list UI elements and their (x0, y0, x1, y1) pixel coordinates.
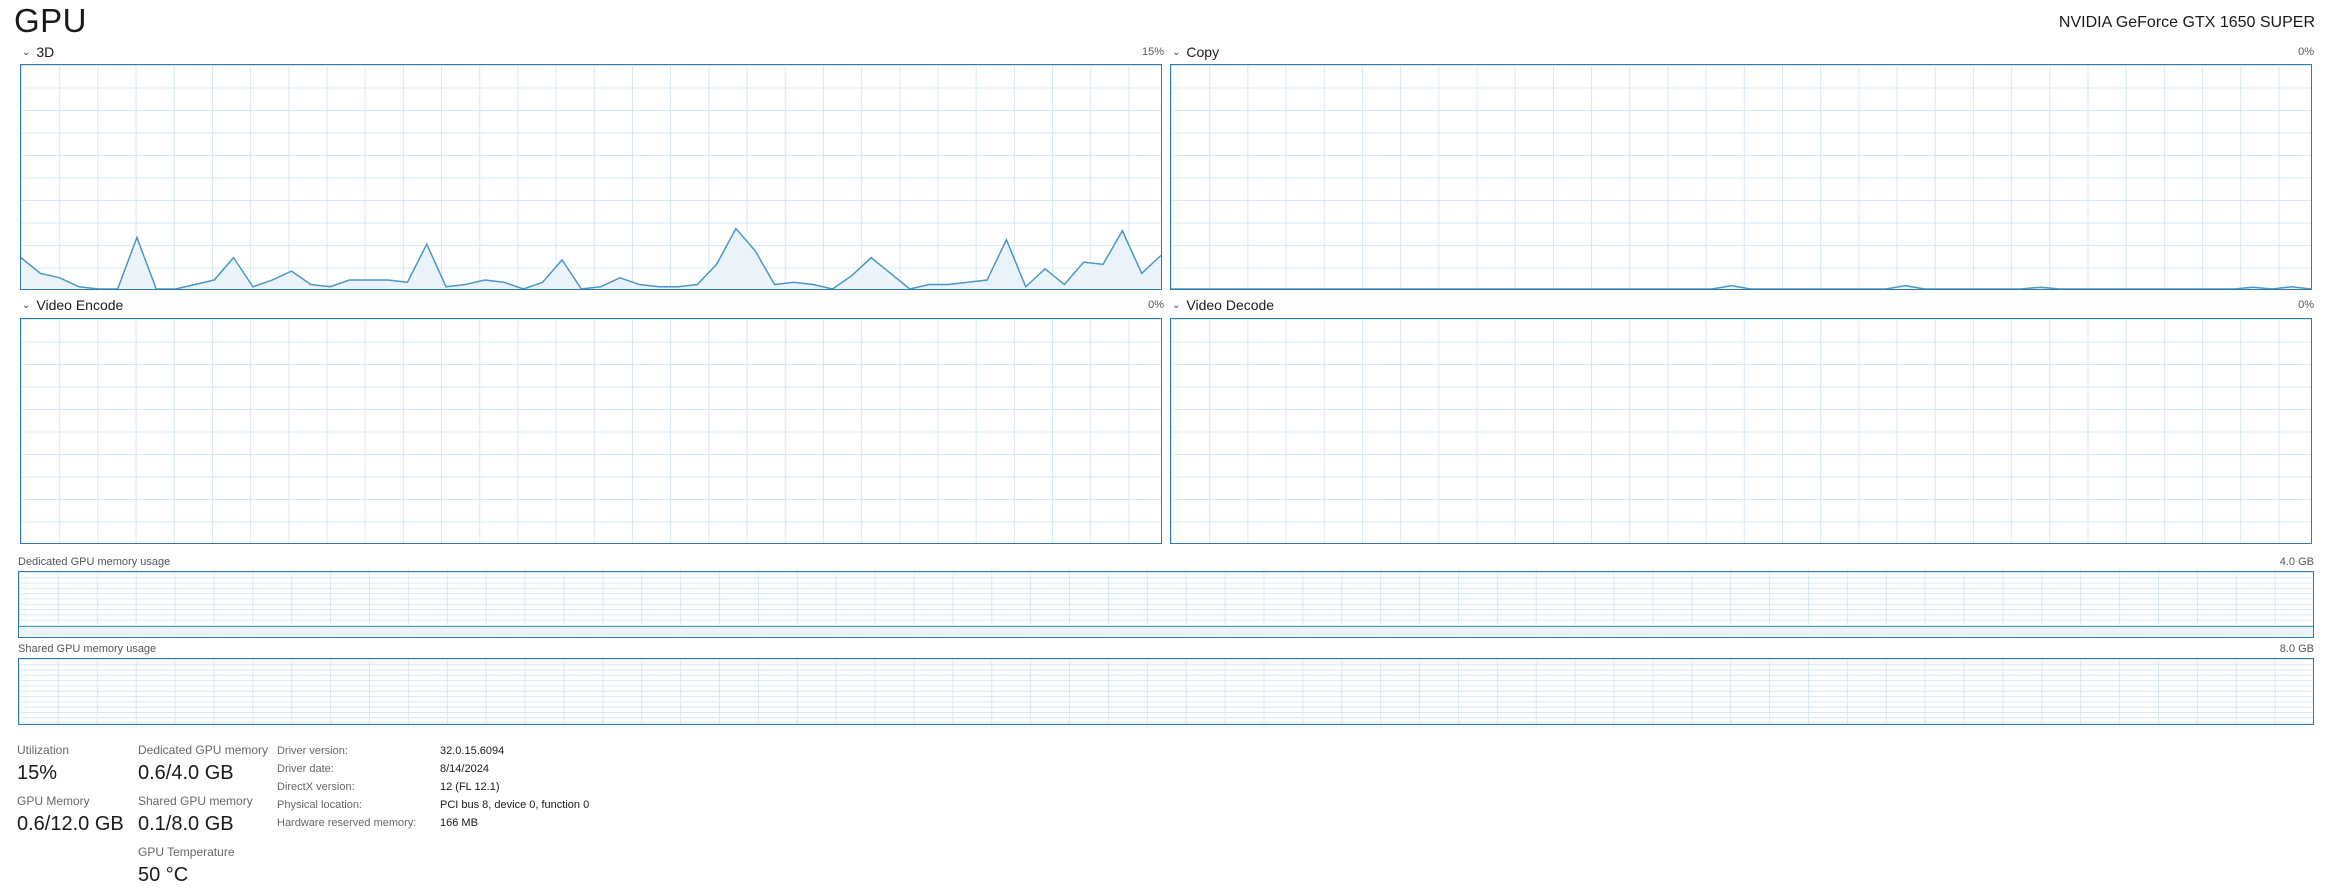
graph-video-decode (1170, 318, 2312, 544)
dedicated-memory-label: Dedicated GPU memory usage (18, 556, 171, 568)
graph-copy-label: Copy (1186, 44, 1220, 60)
dedicated-gpu-memory-value: 0.6/4.0 GB (138, 762, 234, 784)
gpu-temperature-value: 50 °C (138, 864, 189, 886)
graph-video-encode-label: Video Encode (36, 297, 124, 313)
utilization-value: 15% (17, 762, 58, 784)
shared-memory-graph (18, 658, 2314, 725)
gpu-memory-value: 0.6/12.0 GB (17, 813, 124, 835)
shared-memory-max: 8.0 GB (2279, 643, 2314, 655)
driver-version-label: Driver version: (277, 745, 348, 757)
shared-gpu-memory-value: 0.1/8.0 GB (138, 813, 234, 835)
dedicated-memory-graph (18, 571, 2314, 638)
dedicated-memory-max: 4.0 GB (2279, 556, 2314, 568)
graph-copy (1170, 64, 2312, 290)
graph-video-encode-max: 0% (1148, 299, 1164, 311)
hardware-reserved-memory-label: Hardware reserved memory: (277, 817, 417, 829)
graph-3d-max: 15% (1141, 46, 1164, 58)
graph-3d (20, 64, 1162, 290)
chevron-down-icon: ⌄ (1172, 299, 1181, 311)
gpu-temperature-label: GPU Temperature (138, 845, 235, 859)
utilization-area (21, 228, 1161, 289)
driver-date-label: Driver date: (277, 763, 334, 775)
driver-date-value: 8/14/2024 (440, 763, 489, 775)
chevron-down-icon: ⌄ (1172, 46, 1181, 58)
graph-video-decode-toggle[interactable]: ⌄ Video Decode (1172, 297, 1274, 313)
physical-location-value: PCI bus 8, device 0, function 0 (440, 799, 590, 811)
directx-version-value: 12 (FL 12.1) (440, 781, 500, 793)
driver-version-value: 32.0.15.6094 (440, 745, 505, 757)
graph-3d-toggle[interactable]: ⌄ 3D (22, 44, 54, 60)
utilization-label: Utilization (17, 743, 70, 757)
chevron-down-icon: ⌄ (22, 46, 31, 58)
graph-video-decode-max: 0% (2298, 299, 2314, 311)
dedicated-memory-level (19, 626, 2313, 637)
gpu-memory-label: GPU Memory (17, 794, 90, 808)
gpu-name: NVIDIA GeForce GTX 1650 SUPER (2058, 14, 2315, 31)
chevron-down-icon: ⌄ (22, 299, 31, 311)
shared-memory-label: Shared GPU memory usage (18, 643, 157, 655)
hardware-reserved-memory-value: 166 MB (440, 817, 478, 829)
page-title: GPU (14, 2, 88, 39)
graph-copy-max: 0% (2298, 46, 2314, 58)
shared-gpu-memory-label: Shared GPU memory (138, 794, 253, 808)
physical-location-label: Physical location: (277, 799, 362, 811)
graph-copy-toggle[interactable]: ⌄ Copy (1172, 44, 1219, 60)
graph-video-encode-toggle[interactable]: ⌄ Video Encode (22, 297, 123, 313)
graph-video-encode (20, 318, 1162, 544)
graph-3d-label: 3D (36, 44, 55, 60)
dedicated-gpu-memory-label: Dedicated GPU memory (138, 743, 269, 757)
graph-video-decode-label: Video Decode (1186, 297, 1275, 313)
directx-version-label: DirectX version: (277, 781, 355, 793)
